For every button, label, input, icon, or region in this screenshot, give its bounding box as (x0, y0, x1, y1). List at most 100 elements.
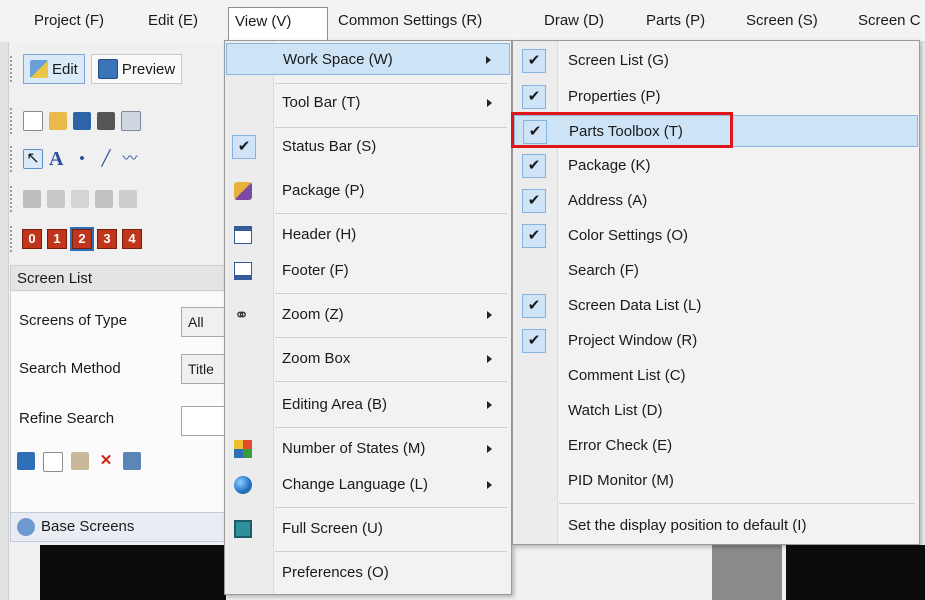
submenu-arrow-icon (486, 56, 491, 64)
menu-item-label: PID Monitor (M) (568, 472, 674, 489)
menu-item-label: Set the display position to default (I) (568, 517, 807, 534)
paste-screen-icon[interactable] (71, 452, 89, 470)
screens-icon (17, 518, 35, 536)
submenu-arrow-icon (487, 401, 492, 409)
select-arrow-icon[interactable]: ↖ (23, 149, 43, 169)
dot-tool-icon[interactable]: • (73, 150, 91, 168)
state-1-button[interactable]: 1 (47, 229, 67, 249)
view-menu-item-status-bar[interactable]: ✔ Status Bar (S) (226, 131, 510, 163)
menu-draw[interactable]: Draw (D) (538, 7, 610, 35)
view-menu-item-zoom[interactable]: ⚭ Zoom (Z) (226, 299, 510, 331)
toolbar-states: 0 1 2 3 4 (10, 222, 142, 256)
ws-item-pid-monitor[interactable]: PID Monitor (M) (514, 465, 918, 497)
menu-item-label: Color Settings (O) (568, 227, 689, 244)
screen-list-panel: Screens of Type All Search Method Title … (10, 292, 237, 512)
check-icon: ✔ (522, 329, 546, 353)
ws-item-screen-data-list[interactable]: ✔ Screen Data List (L) (514, 290, 918, 322)
menu-separator (275, 507, 507, 508)
menu-edit[interactable]: Edit (E) (142, 7, 204, 35)
preview-mode-button[interactable]: Preview (90, 54, 183, 84)
view-menu-item-work-space[interactable]: Work Space (W) (226, 43, 510, 75)
ws-item-reset-display-position[interactable]: Set the display position to default (I) (514, 510, 918, 542)
view-menu-item-tool-bar[interactable]: Tool Bar (T) (226, 87, 510, 119)
view-menu-item-full-screen[interactable]: Full Screen (U) (226, 513, 510, 545)
check-icon: ✔ (522, 189, 546, 213)
check-icon: ✔ (522, 294, 546, 318)
search-method-label: Search Method (19, 360, 121, 377)
menu-item-label: Tool Bar (T) (282, 94, 361, 111)
menu-item-label: Error Check (E) (568, 437, 673, 454)
print-icon[interactable] (97, 112, 115, 130)
menu-separator (275, 127, 507, 128)
delete-screen-icon[interactable]: ✕ (97, 452, 115, 470)
menu-item-label: Footer (F) (282, 262, 349, 279)
submenu-arrow-icon (487, 311, 492, 319)
save-icon[interactable] (73, 112, 91, 130)
new-file-icon[interactable] (23, 111, 43, 131)
menu-screen[interactable]: Screen (S) (740, 7, 824, 35)
ws-item-color-settings[interactable]: ✔ Color Settings (O) (514, 220, 918, 252)
menu-separator (275, 551, 507, 552)
menu-view[interactable]: View (V) (228, 7, 328, 40)
copy-layer-icon[interactable] (95, 190, 113, 208)
view-menu-item-zoom-box[interactable]: Zoom Box (226, 343, 510, 375)
text-tool-icon[interactable]: A (49, 149, 67, 169)
view-menu-item-preferences[interactable]: Preferences (O) (226, 557, 510, 589)
view-menu-item-footer[interactable]: Footer (F) (226, 255, 510, 287)
group-icon[interactable] (47, 190, 65, 208)
menu-parts[interactable]: Parts (P) (640, 7, 711, 35)
view-menu-item-editing-area[interactable]: Editing Area (B) (226, 389, 510, 421)
state-4-button[interactable]: 4 (122, 229, 142, 249)
header-icon (234, 226, 252, 244)
ws-item-properties[interactable]: ✔ Properties (P) (514, 81, 918, 113)
line-tool-icon[interactable]: ╱ (97, 150, 115, 168)
toolbar-grip (10, 146, 15, 172)
ws-item-address[interactable]: ✔ Address (A) (514, 185, 918, 217)
menu-item-label: Screen List (G) (568, 52, 669, 69)
menu-screen-c[interactable]: Screen C (852, 7, 925, 35)
open-folder-icon[interactable] (49, 112, 67, 130)
ws-item-project-window[interactable]: ✔ Project Window (R) (514, 325, 918, 357)
view-menu-item-change-language[interactable]: Change Language (L) (226, 469, 510, 501)
screen-thumbnail[interactable] (40, 545, 226, 600)
base-screens-tab[interactable]: Base Screens (10, 512, 236, 542)
menu-common-settings[interactable]: Common Settings (R) (332, 7, 488, 35)
copy-screen-icon[interactable] (43, 452, 63, 472)
menu-item-label: Package (P) (282, 182, 365, 199)
ws-item-search[interactable]: Search (F) (514, 255, 918, 287)
menu-project[interactable]: Project (F) (28, 7, 110, 35)
check-icon: ✔ (522, 49, 546, 73)
menu-item-label: Editing Area (B) (282, 396, 388, 413)
screen-list-panel-title: Screen List (10, 265, 236, 291)
align-icon[interactable] (23, 190, 41, 208)
menu-item-label: Zoom Box (282, 350, 351, 367)
toolbar-file (10, 104, 141, 138)
ws-item-package[interactable]: ✔ Package (K) (514, 150, 918, 182)
print-preview-icon[interactable] (121, 111, 141, 131)
layer-icon[interactable] (119, 190, 137, 208)
menu-separator (275, 83, 507, 84)
menu-item-label: Watch List (D) (568, 402, 663, 419)
state-3-button[interactable]: 3 (97, 229, 117, 249)
globe-icon (234, 476, 252, 494)
ungroup-icon[interactable] (71, 190, 89, 208)
ws-item-comment-list[interactable]: Comment List (C) (514, 360, 918, 392)
screen-properties-icon[interactable] (123, 452, 141, 470)
toolbar-draw: ↖ A • ╱ 〰 (10, 142, 139, 176)
menu-item-label: Address (A) (568, 192, 648, 209)
check-icon: ✔ (522, 85, 546, 109)
editing-canvas[interactable] (786, 545, 925, 600)
polyline-tool-icon[interactable]: 〰 (121, 150, 139, 168)
preview-icon (97, 59, 118, 79)
footer-icon (234, 262, 252, 280)
state-0-button[interactable]: 0 (22, 229, 42, 249)
ws-item-screen-list[interactable]: ✔ Screen List (G) (514, 45, 918, 77)
view-menu-item-package[interactable]: Package (P) (226, 175, 510, 207)
ws-item-error-check[interactable]: Error Check (E) (514, 430, 918, 462)
view-menu-item-header[interactable]: Header (H) (226, 219, 510, 251)
state-2-button[interactable]: 2 (70, 227, 94, 251)
ws-item-watch-list[interactable]: Watch List (D) (514, 395, 918, 427)
view-menu-item-number-of-states[interactable]: Number of States (M) (226, 433, 510, 465)
new-screen-icon[interactable] (17, 452, 35, 470)
edit-mode-button[interactable]: Edit (23, 54, 85, 84)
